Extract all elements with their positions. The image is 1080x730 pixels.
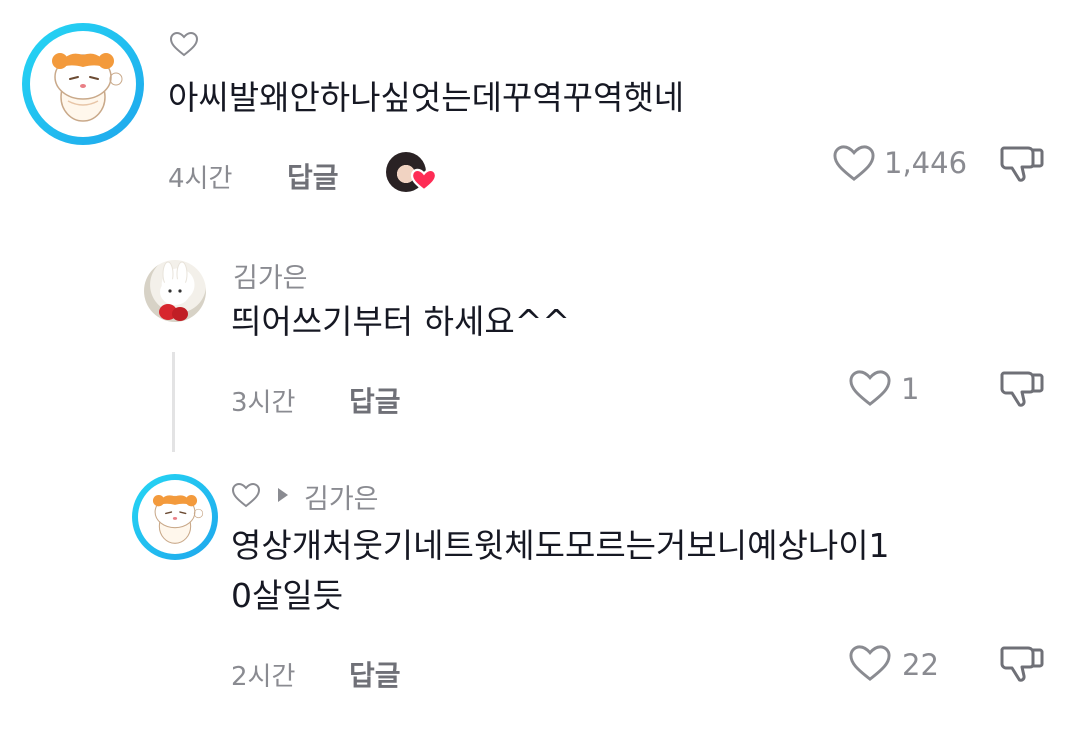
like-count: 22 — [902, 648, 939, 682]
hamster-avatar-icon — [152, 494, 204, 544]
comment-time: 2시간 — [231, 662, 296, 692]
avatar[interactable] — [144, 260, 206, 322]
comment-text-line2: 0살일듯 — [231, 576, 344, 615]
like-count: 1 — [901, 372, 920, 406]
comment-time: 3시간 — [231, 388, 296, 418]
username[interactable]: 김가은 — [233, 256, 308, 295]
hamster-avatar-icon — [52, 53, 123, 122]
like-count: 1,446 — [884, 146, 968, 180]
comment-text: 띄어쓰기부터 하세요^^ — [231, 302, 571, 341]
reply-button[interactable]: 답글 — [349, 380, 401, 420]
heart-icon[interactable] — [848, 368, 892, 408]
reply-button[interactable]: 답글 — [349, 654, 401, 694]
heart-icon — [410, 168, 438, 192]
avatar[interactable] — [132, 474, 218, 560]
reply-button[interactable]: 답글 — [287, 156, 339, 196]
heart-icon[interactable] — [848, 643, 892, 683]
heart-outline-icon[interactable] — [231, 482, 261, 508]
reply-to-username[interactable]: 김가은 — [304, 477, 379, 516]
heart-icon[interactable] — [832, 143, 876, 183]
thumbs-down-icon[interactable] — [998, 642, 1046, 686]
thumbs-down-icon[interactable] — [998, 142, 1046, 186]
comment-text: 아씨발왜안하나싶엇는데꾸역꾸역햇네 — [168, 78, 685, 117]
bunny-avatar-icon — [159, 261, 190, 321]
comment-text-line1: 영상개처웃기네트윗체도모르는거보니예상나이1 — [231, 526, 890, 565]
play-arrow-icon — [278, 488, 288, 502]
thread-line — [172, 352, 175, 452]
avatar[interactable] — [22, 23, 144, 145]
creator-liked-badge — [386, 152, 440, 194]
comment-time: 4시간 — [168, 164, 233, 194]
thumbs-down-icon[interactable] — [998, 367, 1046, 411]
heart-outline-icon[interactable] — [169, 31, 199, 57]
